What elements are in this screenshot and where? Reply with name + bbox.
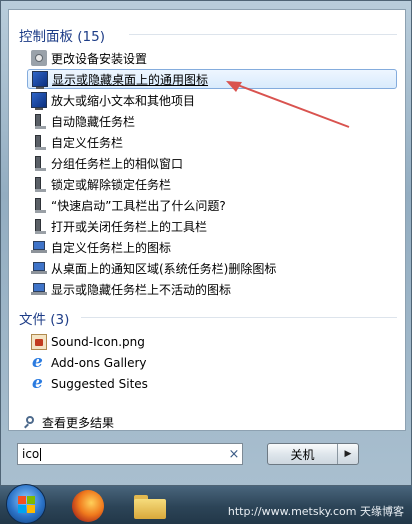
result-item-label: 更改设备安装设置: [51, 51, 148, 66]
taskbar-icon: [31, 197, 47, 213]
result-item-label: 从桌面上的通知区域(系统任务栏)删除图标: [51, 261, 277, 276]
windows-logo-icon: [18, 496, 36, 514]
section-divider: [129, 34, 397, 35]
search-results-panel: 控制面板 (15) 更改设备安装设置 显示或隐藏桌面上的通用图标 放大或缩小文本…: [8, 9, 406, 431]
start-menu-frame: 控制面板 (15) 更改设备安装设置 显示或隐藏桌面上的通用图标 放大或缩小文本…: [0, 0, 412, 486]
result-item-sound-icon-png[interactable]: Sound-Icon.png: [27, 332, 397, 352]
taskbar-icon: [31, 155, 47, 171]
taskbar-icon: [31, 176, 47, 192]
notification-area-icon: [31, 260, 47, 276]
result-item-label: 打开或关闭任务栏上的工具栏: [51, 219, 208, 234]
result-item-zoom-text[interactable]: 放大或缩小文本和其他项目: [27, 90, 397, 110]
result-item-group-windows[interactable]: 分组任务栏上的相似窗口: [27, 153, 397, 173]
result-item-label: 显示或隐藏桌面上的通用图标: [52, 72, 209, 87]
see-more-results-link[interactable]: 查看更多结果: [23, 414, 114, 431]
explorer-folder-taskbar-icon[interactable]: [134, 495, 166, 519]
device-settings-icon: [31, 50, 47, 66]
section-divider: [81, 317, 397, 318]
result-item-label: Sound-Icon.png: [51, 335, 145, 349]
firefox-taskbar-icon[interactable]: [72, 490, 104, 522]
shutdown-options-arrow-icon[interactable]: ▶: [338, 444, 358, 464]
shutdown-button[interactable]: 关机: [268, 444, 338, 464]
result-item-customize-taskbar[interactable]: 自定义任务栏: [27, 132, 397, 152]
files-section-title: 文件 (3): [19, 312, 70, 328]
result-item-quick-launch-help[interactable]: “快速启动”工具栏出了什么问题?: [27, 195, 397, 215]
result-item-toolbars-on-off[interactable]: 打开或关闭任务栏上的工具栏: [27, 216, 397, 236]
notification-area-icon: [31, 239, 47, 255]
result-item-label: 锁定或解除锁定任务栏: [51, 177, 172, 192]
taskbar-icon: [31, 218, 47, 234]
search-input-value: ico: [22, 447, 40, 461]
desktop-monitor-icon: [32, 71, 48, 89]
desktop-monitor-icon: [31, 92, 47, 110]
notification-area-icon: [31, 281, 47, 297]
result-item-auto-hide-taskbar[interactable]: 自动隐藏任务栏: [27, 111, 397, 131]
result-item-device-install-settings[interactable]: 更改设备安装设置: [27, 48, 397, 68]
result-item-suggested-sites[interactable]: Suggested Sites: [27, 373, 397, 394]
result-item-label: “快速启动”工具栏出了什么问题?: [51, 198, 226, 213]
result-item-label: 分组任务栏上的相似窗口: [51, 156, 184, 171]
result-item-label: 自定义任务栏: [51, 135, 124, 150]
result-item-label: 放大或缩小文本和其他项目: [51, 93, 196, 108]
result-item-addons-gallery[interactable]: Add-ons Gallery: [27, 352, 397, 373]
shutdown-label: 关机: [290, 447, 315, 462]
start-orb-button[interactable]: [6, 484, 46, 524]
see-more-label: 查看更多结果: [42, 416, 115, 430]
control-panel-section-title: 控制面板 (15): [19, 29, 106, 45]
result-item-label: 显示或隐藏任务栏上不活动的图标: [51, 282, 232, 297]
result-item-label: Add-ons Gallery: [51, 356, 147, 370]
png-file-icon: [31, 334, 47, 350]
result-item-customize-taskbar-icons[interactable]: 自定义任务栏上的图标: [27, 237, 397, 257]
clear-search-icon[interactable]: ×: [226, 447, 242, 462]
result-item-show-hide-desktop-icons[interactable]: 显示或隐藏桌面上的通用图标: [27, 69, 397, 89]
ie-icon: [31, 373, 47, 393]
result-item-lock-taskbar[interactable]: 锁定或解除锁定任务栏: [27, 174, 397, 194]
result-item-label: 自定义任务栏上的图标: [51, 240, 172, 255]
search-input[interactable]: ico ×: [17, 443, 243, 465]
watermark-text: http://www.metsky.com 天缘博客: [227, 505, 404, 518]
taskbar-icon: [31, 134, 47, 150]
result-item-inactive-icons[interactable]: 显示或隐藏任务栏上不活动的图标: [27, 279, 397, 299]
ie-icon: [31, 352, 47, 372]
search-icon: [23, 415, 37, 430]
shutdown-button-group: 关机 ▶: [267, 443, 359, 465]
result-item-remove-notification-icons[interactable]: 从桌面上的通知区域(系统任务栏)删除图标: [27, 258, 397, 278]
taskbar-icon: [31, 113, 47, 129]
result-item-label: Suggested Sites: [51, 377, 148, 391]
result-item-label: 自动隐藏任务栏: [51, 114, 136, 129]
text-caret: [40, 448, 42, 461]
